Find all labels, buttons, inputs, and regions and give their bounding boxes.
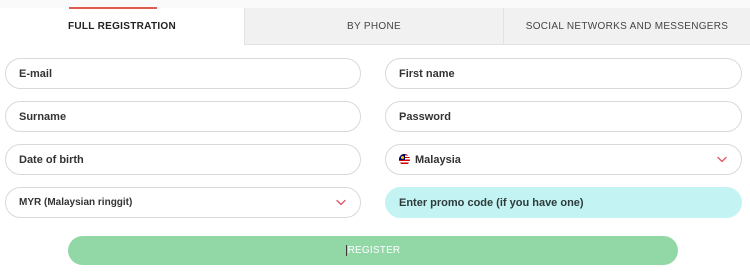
date-of-birth-field[interactable]: Date of birth: [5, 144, 361, 175]
malaysia-flag-icon: [399, 154, 410, 165]
tab-full-registration[interactable]: FULL REGISTRATION: [0, 7, 244, 45]
register-button-label: REGISTER: [347, 245, 401, 256]
date-of-birth-placeholder: Date of birth: [19, 153, 84, 166]
currency-select[interactable]: MYR (Malaysian ringgit): [5, 187, 361, 218]
first-name-field[interactable]: First name: [385, 58, 742, 89]
email-placeholder: E-mail: [19, 67, 53, 80]
tab-by-phone[interactable]: BY PHONE: [244, 8, 503, 45]
register-button-content: REGISTER: [345, 245, 401, 256]
country-select[interactable]: Malaysia: [385, 144, 742, 175]
registration-tabs: FULL REGISTRATION BY PHONE SOCIAL NETWOR…: [0, 7, 750, 45]
password-field[interactable]: Password: [385, 101, 742, 132]
currency-value: MYR (Malaysian ringgit): [19, 197, 133, 208]
register-button[interactable]: REGISTER: [68, 236, 678, 265]
first-name-placeholder: First name: [399, 67, 455, 80]
chevron-down-icon: [335, 197, 347, 209]
country-value: Malaysia: [415, 153, 461, 166]
chevron-down-icon: [716, 154, 728, 166]
text-cursor: [345, 245, 347, 256]
email-field[interactable]: E-mail: [5, 58, 361, 89]
password-placeholder: Password: [399, 110, 451, 123]
tab-social-networks[interactable]: SOCIAL NETWORKS AND MESSENGERS: [503, 8, 750, 45]
surname-field[interactable]: Surname: [5, 101, 361, 132]
promo-code-field[interactable]: Enter promo code (if you have one): [385, 187, 742, 218]
surname-placeholder: Surname: [19, 110, 67, 123]
registration-form: E-mail First name Surname Password Date …: [0, 45, 750, 273]
promo-code-placeholder: Enter promo code (if you have one): [399, 196, 584, 209]
